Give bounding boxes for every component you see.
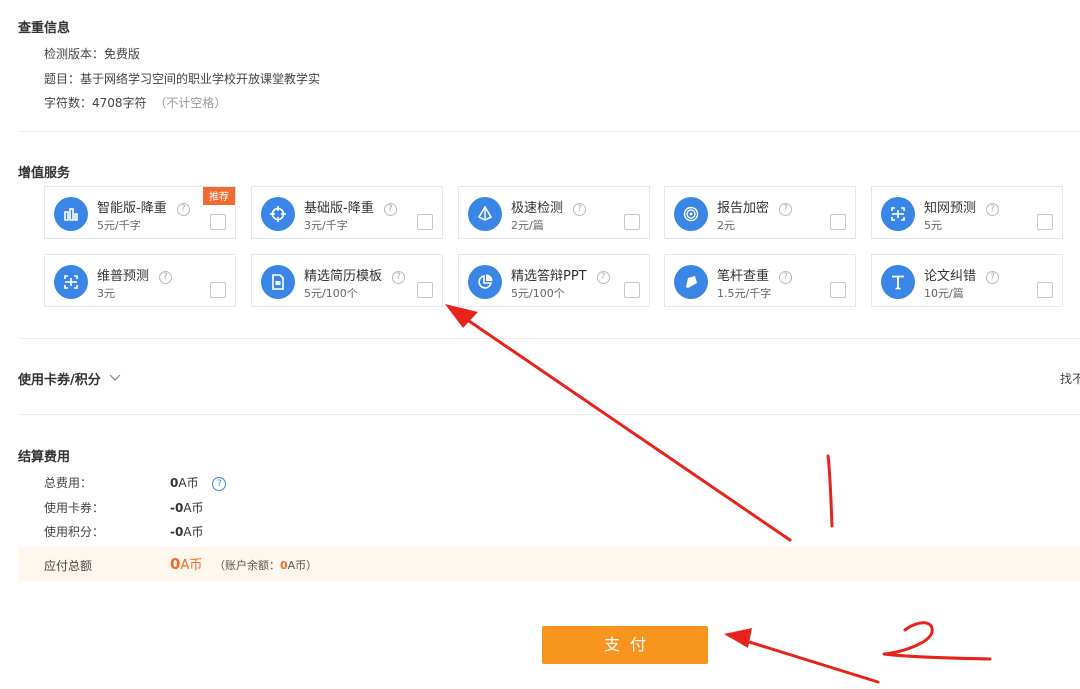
help-icon[interactable]: ?	[176, 203, 190, 216]
annotation-arrow-2	[724, 628, 880, 684]
service-card-smart-dedup[interactable]: 智能版-降重? 5元/千字 推荐	[44, 186, 236, 239]
chars-note: （不计空格）	[154, 96, 227, 110]
service-price: 5元/100个	[511, 287, 565, 300]
crosshair-icon	[261, 197, 295, 231]
scan-icon	[54, 265, 88, 299]
help-icon[interactable]: ?	[779, 203, 793, 216]
text-t-icon	[881, 265, 915, 299]
bar-chart-icon	[54, 197, 88, 231]
fingerprint-icon	[674, 197, 708, 231]
version-label: 检测版本：	[44, 47, 105, 61]
service-name: 精选答辩PPT?	[511, 265, 610, 284]
service-checkbox[interactable]	[830, 214, 846, 230]
service-checkbox[interactable]	[1037, 282, 1053, 298]
chars-label: 字符数：	[44, 96, 93, 110]
service-price: 2元	[717, 219, 735, 232]
divider	[18, 338, 1080, 339]
help-icon[interactable]: ?	[159, 271, 173, 284]
service-card-report-encrypt[interactable]: 报告加密? 2元	[664, 186, 856, 239]
service-card-bigan-check[interactable]: 笔杆查重? 1.5元/千字	[664, 254, 856, 307]
help-icon[interactable]: ?	[986, 203, 1000, 216]
account-balance: （账户余额：0A币）	[214, 559, 318, 572]
service-price: 2元/篇	[511, 219, 544, 232]
service-price: 5元/千字	[97, 219, 141, 232]
settlement-title: 结算费用	[18, 450, 71, 465]
service-card-vip-predict[interactable]: 维普预测? 3元	[44, 254, 236, 307]
coupon-find-link[interactable]: 找不	[1060, 370, 1080, 387]
pen-nib-icon	[674, 265, 708, 299]
annotation-number-1	[826, 454, 834, 528]
pie-chart-icon	[468, 265, 502, 299]
help-icon[interactable]: ?	[212, 477, 227, 491]
service-name: 极速检测?	[511, 197, 587, 216]
topic-line: 题目：基于网络学习空间的职业学校开放课堂教学实	[44, 70, 320, 87]
divider	[18, 414, 1080, 415]
annotation-number-2	[882, 621, 992, 661]
check-info-title: 查重信息	[18, 21, 71, 36]
chevron-down-icon	[109, 371, 121, 386]
service-checkbox[interactable]	[417, 282, 433, 298]
amount-due-label: 应付总额	[44, 559, 93, 573]
coupon-fee-label: 使用卡券：	[44, 501, 105, 515]
help-icon[interactable]: ?	[383, 203, 397, 216]
service-name: 笔杆查重?	[717, 265, 793, 284]
service-name: 维普预测?	[97, 265, 173, 284]
chars-value: 4708字符	[92, 96, 147, 110]
service-checkbox[interactable]	[417, 214, 433, 230]
service-card-defense-ppt[interactable]: 精选答辩PPT? 5元/100个	[458, 254, 650, 307]
service-name: 论文纠错?	[924, 265, 1000, 284]
service-card-fast-check[interactable]: 极速检测? 2元/篇	[458, 186, 650, 239]
service-checkbox[interactable]	[210, 282, 226, 298]
version-value: 免费版	[104, 47, 141, 61]
total-fee-value: 0A币 ?	[170, 474, 227, 491]
help-icon[interactable]: ?	[392, 271, 406, 284]
service-card-paper-correction[interactable]: 论文纠错? 10元/篇	[871, 254, 1063, 307]
service-price: 10元/篇	[924, 287, 964, 300]
recommend-badge: 推荐	[203, 187, 235, 205]
topic-label: 题目：	[44, 72, 81, 86]
service-card-basic-dedup[interactable]: 基础版-降重? 3元/千字	[251, 186, 443, 239]
service-price: 3元/千字	[304, 219, 348, 232]
service-checkbox[interactable]	[624, 282, 640, 298]
version-line: 检测版本：免费版	[44, 45, 140, 62]
service-price: 5元	[924, 219, 942, 232]
annotation-arrow-1	[445, 304, 792, 542]
services-title: 增值服务	[18, 166, 71, 181]
service-name: 精选简历模板?	[304, 265, 406, 284]
help-icon[interactable]: ?	[779, 271, 793, 284]
service-price: 1.5元/千字	[717, 287, 772, 300]
coupon-fee-value: -0A币	[170, 501, 204, 515]
divider	[18, 131, 1080, 132]
service-card-cnki-predict[interactable]: 知网预测? 5元	[871, 186, 1063, 239]
service-name: 报告加密?	[717, 197, 793, 216]
help-icon[interactable]: ?	[573, 203, 587, 216]
document-icon	[261, 265, 295, 299]
service-checkbox[interactable]	[1037, 214, 1053, 230]
total-fee-label: 总费用：	[44, 476, 93, 490]
chars-line: 字符数：4708字符 （不计空格）	[44, 94, 226, 111]
scan-icon	[881, 197, 915, 231]
amount-due-value: 0A币	[170, 555, 203, 573]
points-fee-label: 使用积分：	[44, 525, 105, 539]
service-checkbox[interactable]	[210, 214, 226, 230]
service-price: 5元/100个	[304, 287, 358, 300]
service-name: 智能版-降重?	[97, 197, 190, 216]
service-checkbox[interactable]	[830, 282, 846, 298]
help-icon[interactable]: ?	[986, 271, 1000, 284]
pay-button[interactable]: 支付	[542, 626, 708, 664]
help-icon[interactable]: ?	[596, 271, 610, 284]
diamond-icon	[468, 197, 502, 231]
amount-due-row: 应付总额 0A币 （账户余额：0A币）	[18, 547, 1080, 581]
service-price: 3元	[97, 287, 115, 300]
service-card-resume-template[interactable]: 精选简历模板? 5元/100个	[251, 254, 443, 307]
service-name: 基础版-降重?	[304, 197, 397, 216]
points-fee-value: -0A币	[170, 525, 204, 539]
topic-value: 基于网络学习空间的职业学校开放课堂教学实	[80, 72, 321, 86]
service-name: 知网预测?	[924, 197, 1000, 216]
service-checkbox[interactable]	[624, 214, 640, 230]
coupon-title: 使用卡券/积分	[18, 373, 101, 388]
coupon-toggle[interactable]: 使用卡券/积分	[18, 369, 121, 388]
